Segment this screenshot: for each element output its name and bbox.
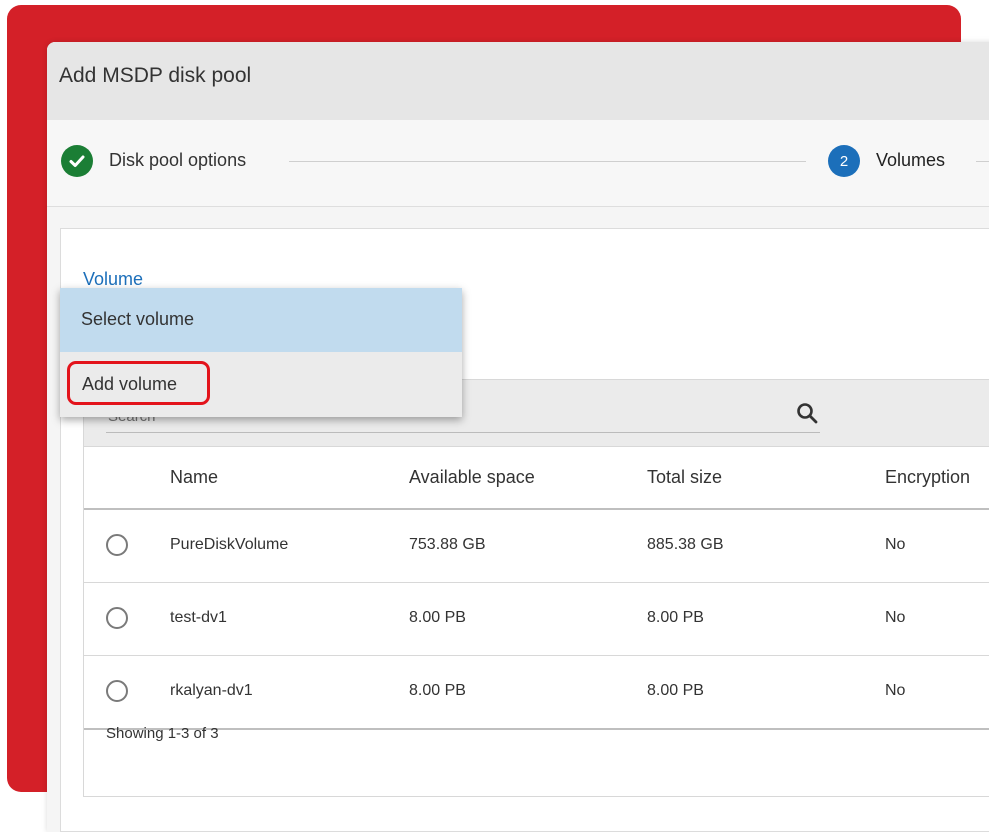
table-row[interactable]: test-dv1 8.00 PB 8.00 PB No [84,583,989,656]
step-volumes[interactable]: Volumes [876,150,945,171]
table-row[interactable]: PureDiskVolume 753.88 GB 885.38 GB No [84,510,989,583]
dialog-title: Add MSDP disk pool [59,64,252,87]
cell-total-size: 8.00 PB [647,682,704,699]
dropdown-option-add-volume[interactable]: Add volume [60,352,462,417]
step-connector-line [289,161,806,162]
dropdown-option-label: Select volume [81,309,195,329]
table-row[interactable]: rkalyan-dv1 8.00 PB 8.00 PB No [84,656,989,730]
cell-available-space: 8.00 PB [409,609,466,626]
volume-dropdown-menu: Select volume Add volume [60,288,462,417]
wizard-stepper: Disk pool options 2 Volumes [47,120,989,207]
pagination-summary: Showing 1-3 of 3 [106,725,219,742]
cell-available-space: 753.88 GB [409,536,486,553]
column-header-available-space[interactable]: Available space [409,467,535,488]
cell-encryption: No [885,536,906,553]
cell-name: PureDiskVolume [170,536,289,553]
volume-field-label: Volume [83,269,144,289]
cell-encryption: No [885,682,906,699]
volumes-table: Name Available space Total size Encrypti… [83,379,989,797]
row-select-radio[interactable] [106,680,128,702]
dialog-header: Add MSDP disk pool [47,42,989,120]
column-header-total-size[interactable]: Total size [647,467,722,488]
step-connector-line [976,161,989,162]
step-disk-pool-options[interactable]: Disk pool options [109,150,246,171]
dropdown-option-label: Add volume [82,374,178,394]
column-header-name[interactable]: Name [170,467,218,488]
cell-name: test-dv1 [170,609,227,626]
cell-encryption: No [885,609,906,626]
search-icon[interactable] [796,402,818,424]
step-complete-check-icon [61,145,93,177]
cell-name: rkalyan-dv1 [170,682,253,699]
cell-total-size: 885.38 GB [647,536,724,553]
cell-total-size: 8.00 PB [647,609,704,626]
row-select-radio[interactable] [106,607,128,629]
cell-available-space: 8.00 PB [409,682,466,699]
table-header: Name Available space Total size Encrypti… [84,446,989,510]
add-disk-pool-dialog: Add MSDP disk pool Disk pool options 2 V… [47,42,989,832]
step-number-badge: 2 [828,145,860,177]
column-header-encryption[interactable]: Encryption [885,467,970,488]
dropdown-option-select-volume[interactable]: Select volume [60,288,462,352]
row-select-radio[interactable] [106,534,128,556]
